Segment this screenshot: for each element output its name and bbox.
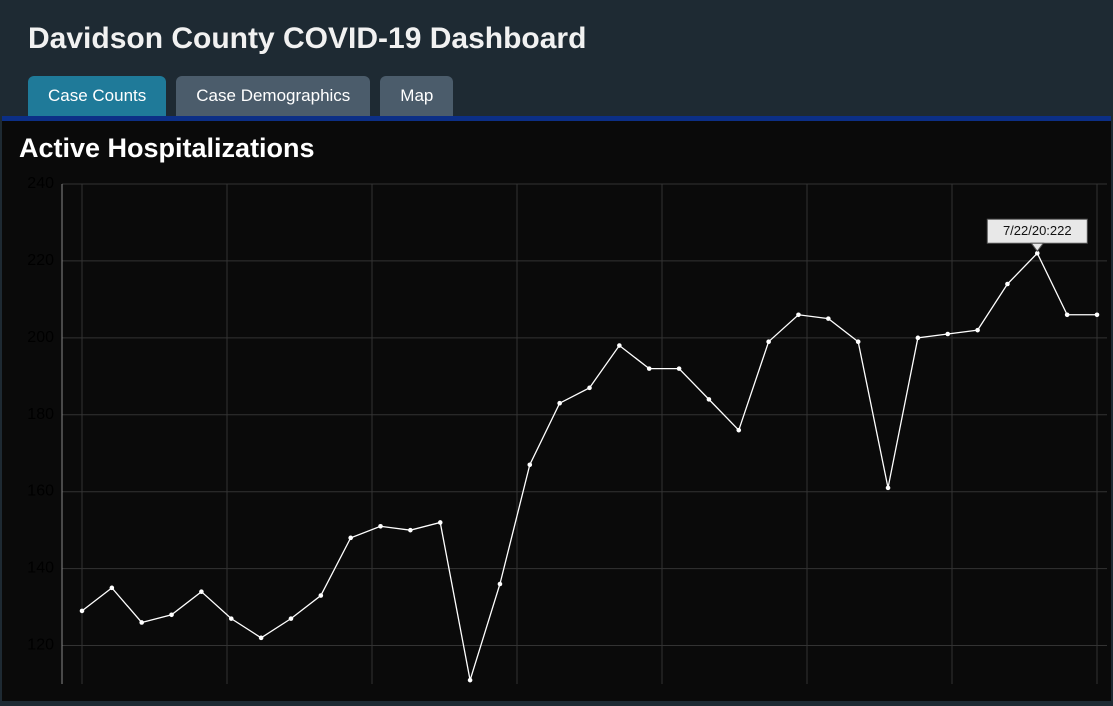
data-point[interactable] [1095, 312, 1100, 317]
page-title: Davidson County COVID-19 Dashboard [28, 22, 1085, 56]
data-point[interactable] [796, 312, 801, 317]
chart-svg: 120 140 160 180 200 220 240 7/22/20:222 [17, 174, 1107, 694]
y-tick-label: 240 [27, 175, 54, 192]
data-point[interactable] [587, 386, 592, 391]
data-point[interactable] [1005, 282, 1010, 287]
y-tick-label: 140 [27, 560, 54, 577]
data-point[interactable] [289, 616, 294, 621]
data-point[interactable] [139, 620, 144, 625]
data-point[interactable] [378, 524, 383, 529]
y-tick-label: 180 [27, 406, 54, 423]
dashboard-header: Davidson County COVID-19 Dashboard Case … [0, 0, 1113, 116]
data-point[interactable] [886, 486, 891, 491]
data-point[interactable] [617, 343, 622, 348]
data-point[interactable] [169, 612, 174, 617]
dashboard-page: Davidson County COVID-19 Dashboard Case … [0, 0, 1113, 706]
data-point[interactable] [677, 366, 682, 371]
data-point[interactable] [110, 586, 115, 591]
data-point[interactable] [826, 316, 831, 321]
data-point[interactable] [259, 636, 264, 641]
tab-case-counts[interactable]: Case Counts [28, 76, 166, 116]
series-line [82, 253, 1097, 680]
data-point[interactable] [945, 332, 950, 337]
data-point[interactable] [348, 536, 353, 541]
tab-bar: Case Counts Case Demographics Map [28, 76, 1085, 116]
data-point[interactable] [975, 328, 980, 333]
data-point[interactable] [736, 428, 741, 433]
data-point[interactable] [468, 678, 473, 683]
tab-map[interactable]: Map [380, 76, 453, 116]
chart-title: Active Hospitalizations [19, 133, 1106, 164]
data-point[interactable] [707, 397, 712, 402]
data-point[interactable] [1065, 312, 1070, 317]
y-tick-label: 200 [27, 329, 54, 346]
chart-panel: Active Hospitalizations 120 140 160 180 200 2… [2, 121, 1111, 701]
y-tick-label: 160 [27, 483, 54, 500]
data-point[interactable] [647, 366, 652, 371]
data-point[interactable] [498, 582, 503, 587]
data-point[interactable] [199, 589, 204, 594]
y-tick-label: 220 [27, 252, 54, 269]
data-point[interactable] [766, 339, 771, 344]
tab-content-panel: Active Hospitalizations 120 140 160 180 200 2… [2, 116, 1111, 701]
data-point[interactable] [80, 609, 85, 614]
tooltip-text: 7/22/20:222 [1003, 223, 1072, 238]
tab-case-demographics[interactable]: Case Demographics [176, 76, 370, 116]
data-point[interactable] [527, 462, 532, 467]
data-point[interactable] [438, 520, 443, 525]
data-point[interactable] [856, 339, 861, 344]
data-point[interactable] [408, 528, 413, 533]
tooltip: 7/22/20:222 [987, 219, 1087, 251]
y-tick-label: 120 [27, 637, 54, 654]
data-point[interactable] [229, 616, 234, 621]
data-point[interactable] [557, 401, 562, 406]
data-point[interactable] [319, 593, 324, 598]
data-point[interactable] [916, 336, 921, 341]
